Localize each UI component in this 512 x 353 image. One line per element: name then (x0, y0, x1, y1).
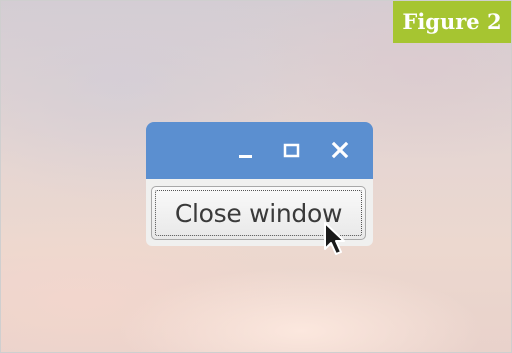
desktop-background: Figure 2 Close window (0, 0, 512, 353)
close-button[interactable] (329, 140, 351, 162)
arrow-pointer-icon (324, 222, 345, 255)
maximize-button[interactable] (281, 140, 303, 162)
close-icon (331, 141, 349, 159)
minimize-icon (239, 155, 252, 158)
maximize-icon (283, 143, 300, 158)
minimize-button[interactable] (235, 140, 257, 162)
window-titlebar[interactable] (146, 122, 373, 179)
figure-label: Figure 2 (393, 1, 511, 43)
